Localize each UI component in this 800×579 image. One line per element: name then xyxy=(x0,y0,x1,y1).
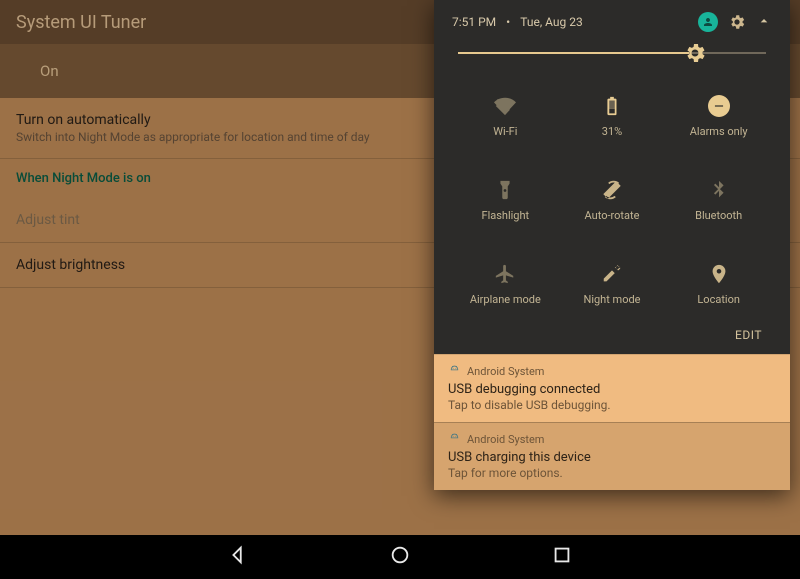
tile-label: Location xyxy=(697,293,740,306)
tile-flashlight[interactable]: Flashlight xyxy=(452,162,559,238)
settings-gear-icon[interactable] xyxy=(728,13,746,31)
status-time: 7:51 PM xyxy=(452,15,496,29)
tile-dnd[interactable]: Alarms only xyxy=(665,78,772,154)
tile-label: Bluetooth xyxy=(695,209,742,222)
tile-location[interactable]: Location xyxy=(665,246,772,322)
user-avatar-icon[interactable] xyxy=(698,12,718,32)
nav-home-icon[interactable] xyxy=(389,544,411,570)
tile-label: 31% xyxy=(602,125,622,138)
android-icon xyxy=(448,433,461,446)
separator-dot: • xyxy=(506,15,510,29)
brightness-fill xyxy=(458,52,689,54)
wifi-off-icon xyxy=(494,95,516,117)
tile-label: Auto-rotate xyxy=(585,209,640,222)
tile-night-mode[interactable]: Night mode xyxy=(559,246,666,322)
tile-label: Wi-Fi xyxy=(493,125,517,138)
master-switch-label: On xyxy=(40,62,59,80)
nav-back-icon[interactable] xyxy=(227,544,249,570)
notification-shade: 7:51 PM • Tue, Aug 23 Wi-Fi xyxy=(434,0,790,490)
auto-rotate-icon xyxy=(601,179,623,201)
battery-icon xyxy=(601,95,623,117)
qs-edit-button[interactable]: EDIT xyxy=(452,322,772,344)
tile-label: Night mode xyxy=(583,293,640,306)
notification-app-name: Android System xyxy=(467,433,544,446)
tile-airplane[interactable]: Airplane mode xyxy=(452,246,559,322)
tile-auto-rotate[interactable]: Auto-rotate xyxy=(559,162,666,238)
notification-item[interactable]: Android System USB charging this device … xyxy=(434,422,790,490)
notification-item[interactable]: Android System USB debugging connected T… xyxy=(434,354,790,422)
tile-wifi[interactable]: Wi-Fi xyxy=(452,78,559,154)
flashlight-icon xyxy=(494,179,516,201)
notification-title: USB charging this device xyxy=(448,450,776,465)
notification-subtitle: Tap to disable USB debugging. xyxy=(448,398,776,412)
tile-label: Airplane mode xyxy=(470,293,541,306)
brightness-thumb-icon[interactable] xyxy=(683,41,707,65)
notification-title: USB debugging connected xyxy=(448,382,776,397)
page-title: System UI Tuner xyxy=(16,12,146,33)
status-date: Tue, Aug 23 xyxy=(520,15,583,29)
quick-settings-panel: 7:51 PM • Tue, Aug 23 Wi-Fi xyxy=(434,0,790,354)
qs-header: 7:51 PM • Tue, Aug 23 xyxy=(452,12,772,32)
navigation-bar xyxy=(0,535,800,579)
nav-recent-icon[interactable] xyxy=(551,544,573,570)
android-icon xyxy=(448,365,461,378)
airplane-icon xyxy=(494,263,516,285)
notification-subtitle: Tap for more options. xyxy=(448,466,776,480)
bluetooth-icon xyxy=(708,179,730,201)
tile-battery[interactable]: 31% xyxy=(559,78,666,154)
qs-tiles-grid: Wi-Fi 31% Alarms only Flashlight Auto-ro… xyxy=(452,78,772,322)
notification-app-name: Android System xyxy=(467,365,544,378)
location-icon xyxy=(708,263,730,285)
collapse-chevron-icon[interactable] xyxy=(756,13,772,32)
notification-app-row: Android System xyxy=(448,433,776,446)
tile-label: Alarms only xyxy=(690,125,748,138)
notification-app-row: Android System xyxy=(448,365,776,378)
brightness-slider[interactable] xyxy=(458,52,766,54)
night-mode-icon xyxy=(601,263,623,285)
dnd-icon xyxy=(708,95,730,117)
tile-bluetooth[interactable]: Bluetooth xyxy=(665,162,772,238)
tile-label: Flashlight xyxy=(481,209,529,222)
